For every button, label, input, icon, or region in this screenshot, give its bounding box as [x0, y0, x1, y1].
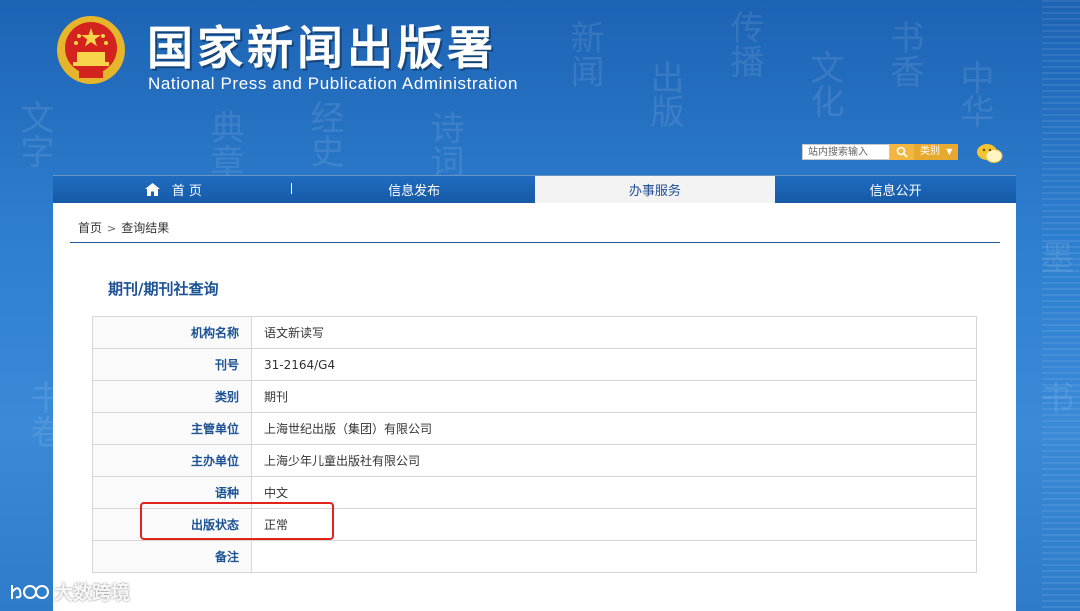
home-icon: [144, 183, 160, 196]
category-dropdown[interactable]: 类别 ▼: [914, 144, 958, 160]
content-panel: 首页 > 查询结果 期刊/期刊社查询 机构名称 语文新读写 刊号 31-2164/G…: [53, 203, 1016, 611]
site-title-english: National Press and Publication Administr…: [148, 74, 519, 93]
row-value: 上海少年儿童出版社有限公司: [251, 444, 977, 477]
site-title: 国家新闻出版署: [147, 21, 497, 75]
table-row: 类别 期刊: [92, 380, 977, 413]
row-value: 语文新读写: [251, 316, 977, 349]
row-value: 正常: [251, 508, 977, 541]
wechat-icon[interactable]: [976, 142, 1004, 164]
national-emblem-icon: [57, 16, 125, 84]
nav-home[interactable]: 首 页: [53, 176, 294, 203]
row-value: 31-2164/G4: [251, 348, 977, 381]
nav-home-label: 首 页: [171, 184, 202, 199]
watermark-text: 大数跨境: [54, 582, 131, 604]
breadcrumb-home-link[interactable]: 首页: [78, 221, 102, 235]
row-label: 主办单位: [92, 444, 252, 477]
row-label: 类别: [92, 380, 252, 413]
decorative-strip: [1042, 0, 1080, 611]
site-search-input[interactable]: 站内搜索输入: [802, 144, 890, 160]
breadcrumb-divider: [70, 242, 1000, 243]
category-label: 类别: [920, 146, 940, 157]
row-value: 期刊: [251, 380, 977, 413]
nav-services-label: 办事服务: [628, 184, 681, 199]
watermark-logo-icon: [11, 584, 49, 599]
table-row: 主管单位 上海世纪出版（集团）有限公司: [92, 412, 977, 445]
nav-info-release-label: 信息发布: [388, 184, 441, 199]
row-value: 上海世纪出版（集团）有限公司: [251, 412, 977, 445]
breadcrumb-current: 查询结果: [121, 221, 170, 235]
row-value: [251, 540, 977, 573]
nav-info-release[interactable]: 信息发布: [294, 176, 535, 203]
nav-divider: [291, 183, 292, 194]
table-row: 刊号 31-2164/G4: [92, 348, 977, 381]
nav-info-disclosure[interactable]: 信息公开: [775, 176, 1016, 203]
row-label: 刊号: [92, 348, 252, 381]
search-button[interactable]: [890, 144, 914, 160]
main-navigation: 首 页 信息发布 办事服务 信息公开: [53, 175, 1016, 203]
table-row: 备注: [92, 540, 977, 573]
watermark: 大数跨境: [8, 578, 130, 605]
table-row: 机构名称 语文新读写: [92, 316, 977, 349]
row-label: 备注: [92, 540, 252, 573]
chevron-down-icon: ▼: [946, 147, 953, 156]
nav-info-disclosure-label: 信息公开: [869, 184, 922, 199]
section-title: 期刊/期刊社查询: [108, 280, 219, 298]
row-label: 机构名称: [92, 316, 252, 349]
breadcrumb: 首页 > 查询结果: [78, 219, 169, 236]
table-row: 主办单位 上海少年儿童出版社有限公司: [92, 444, 977, 477]
search-icon: [896, 146, 908, 158]
row-label: 主管单位: [92, 412, 252, 445]
nav-services[interactable]: 办事服务: [534, 176, 776, 203]
row-value: 中文: [251, 476, 977, 509]
breadcrumb-separator: >: [107, 222, 117, 235]
status-highlight-box: [140, 502, 334, 540]
